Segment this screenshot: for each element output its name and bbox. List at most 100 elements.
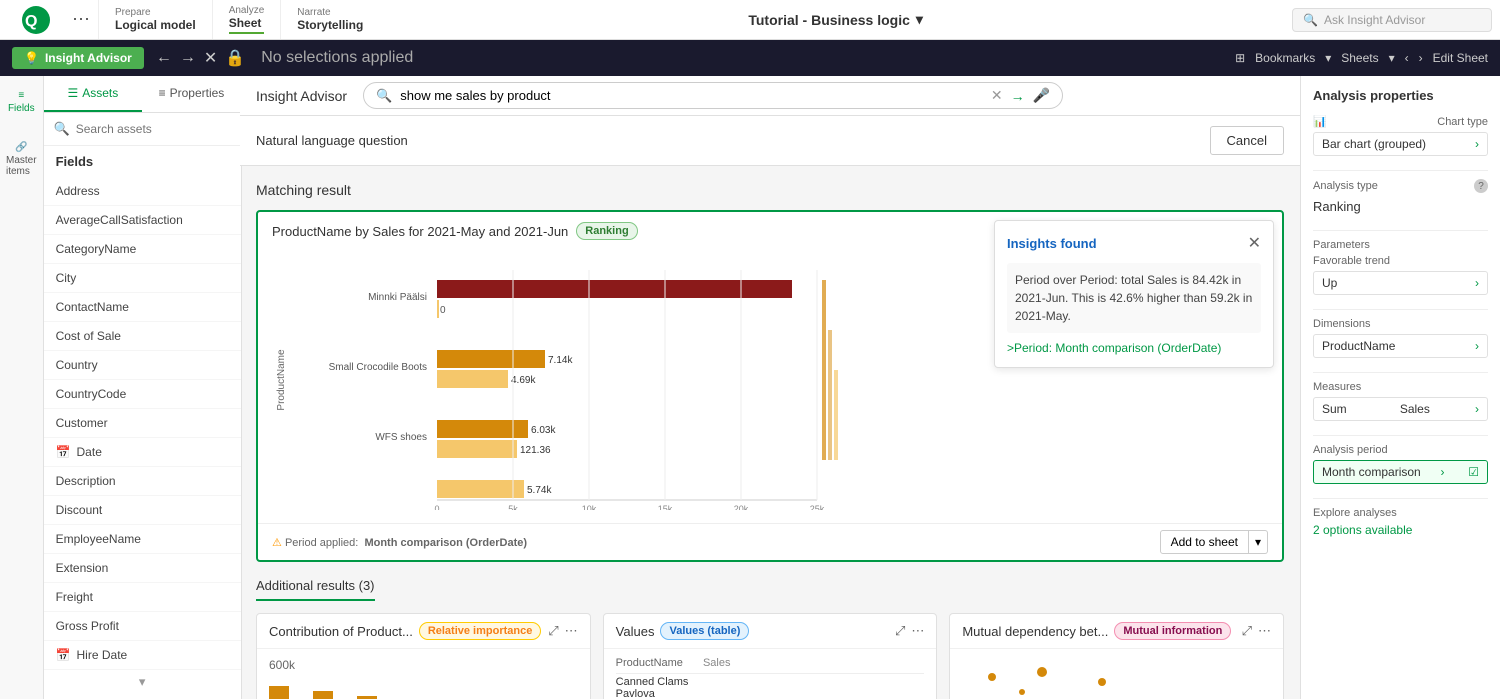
nav-analyze[interactable]: Analyze Sheet <box>212 0 281 39</box>
field-discount[interactable]: Discount <box>44 496 241 525</box>
favorable-trend-value[interactable]: Up › <box>1313 271 1488 295</box>
measure-sum: Sum <box>1322 402 1347 416</box>
field-costofsale[interactable]: Cost of Sale <box>44 322 241 351</box>
narrate-value: Storytelling <box>297 18 363 32</box>
svg-text:6.03k: 6.03k <box>531 425 556 436</box>
more-menu-icon[interactable]: ⋯ <box>64 9 98 30</box>
svg-text:25k: 25k <box>810 504 825 510</box>
ia-search-input[interactable] <box>400 88 983 103</box>
favorable-trend-label: Favorable trend <box>1313 255 1488 267</box>
field-customer[interactable]: Customer <box>44 409 241 438</box>
chevron-down-icon: ▾ <box>139 674 146 690</box>
measures-section: Measures Sum Sales › <box>1313 381 1488 421</box>
svg-text:ProductName: ProductName <box>276 349 287 411</box>
chevron-right-icon: › <box>1475 276 1479 290</box>
selection-back-icon[interactable]: ← <box>156 49 172 67</box>
tab-properties[interactable]: ≡ Properties <box>142 76 241 112</box>
clear-selections-icon[interactable]: ✕ <box>204 48 217 68</box>
dimensions-section: Dimensions ProductName › <box>1313 318 1488 358</box>
sheets-label[interactable]: Sheets <box>1341 51 1378 65</box>
clear-search-icon[interactable]: ✕ <box>991 87 1003 104</box>
field-employeename[interactable]: EmployeeName <box>44 525 241 554</box>
lock-icon[interactable]: 🔒 <box>225 48 245 68</box>
main-area: Insight Advisor 🔍 ✕ → 🎤 Natural language… <box>240 76 1300 699</box>
field-countrycode[interactable]: CountryCode <box>44 380 241 409</box>
warning-icon: ⚠ <box>272 537 282 549</box>
field-averagecall[interactable]: AverageCallSatisfaction <box>44 206 241 235</box>
expand-card3-icon[interactable]: ⤢ <box>1242 623 1252 639</box>
nav-master-items[interactable]: 🔗 Master items <box>0 136 43 183</box>
nav-prepare[interactable]: Prepare Logical model <box>98 0 212 39</box>
more-card2-icon[interactable]: ⋯ <box>911 623 924 639</box>
measure-row[interactable]: Sum Sales › <box>1313 397 1488 421</box>
dimension-productname[interactable]: ProductName › <box>1313 334 1488 358</box>
svg-text:20k: 20k <box>734 504 749 510</box>
help-icon[interactable]: ? <box>1474 179 1488 193</box>
mic-icon[interactable]: 🎤 <box>1033 87 1050 104</box>
prev-sheet-icon[interactable]: ‹ <box>1405 51 1409 65</box>
chevron-down-icon: ▾ <box>916 11 923 28</box>
parameters-label: Parameters <box>1313 239 1488 251</box>
expand-card1-icon[interactable]: ⤢ <box>548 623 558 639</box>
submit-search-icon[interactable]: → <box>1011 88 1025 104</box>
explore-label: Explore analyses <box>1313 507 1488 519</box>
add-to-sheet-button[interactable]: Add to sheet <box>1160 530 1249 554</box>
assets-tab-icon: ☰ <box>67 86 78 100</box>
edit-sheet-label[interactable]: Edit Sheet <box>1433 51 1488 65</box>
field-hiredate[interactable]: 📅 Hire Date <box>44 641 241 670</box>
insight-link[interactable]: >Period: Month comparison (OrderDate) <box>1007 341 1261 355</box>
bar-chart-svg: ProductName Minnki Päälsi Small Crocodil… <box>272 250 852 510</box>
properties-tab-icon: ≡ <box>159 86 166 100</box>
more-card3-icon[interactable]: ⋯ <box>1258 623 1271 639</box>
prepare-label: Prepare <box>115 7 196 18</box>
field-description[interactable]: Description <box>44 467 241 496</box>
svg-text:5.74k: 5.74k <box>527 485 552 496</box>
insights-close-icon[interactable]: ✕ <box>1248 233 1261 253</box>
main-chart-card: ProductName by Sales for 2021-May and 20… <box>256 210 1284 562</box>
field-categoryname[interactable]: CategoryName <box>44 235 241 264</box>
svg-text:WFS shoes: WFS shoes <box>375 432 427 443</box>
field-contactname[interactable]: ContactName <box>44 293 241 322</box>
period-checkbox[interactable]: ☑ <box>1468 465 1479 479</box>
app-title[interactable]: Tutorial - Business logic ▾ <box>748 11 923 28</box>
field-date[interactable]: 📅 Date <box>44 438 241 467</box>
ranking-badge: Ranking <box>576 222 637 240</box>
left-sidebar: ☰ Assets ≡ Properties 🔍 Fields Address A… <box>44 76 242 699</box>
analysis-period-label: Analysis period <box>1313 444 1488 456</box>
nav-narrate[interactable]: Narrate Storytelling <box>280 0 379 39</box>
nav-fields[interactable]: ≡ Fields <box>2 84 41 120</box>
calendar-icon: 📅 <box>56 445 71 459</box>
more-card1-icon[interactable]: ⋯ <box>565 623 578 639</box>
tab-assets[interactable]: ☰ Assets <box>44 76 143 112</box>
analysis-type-label: Analysis type ? <box>1313 179 1488 193</box>
ask-placeholder: Ask Insight Advisor <box>1324 13 1425 27</box>
field-grossprofit[interactable]: Gross Profit <box>44 612 241 641</box>
selection-forward-icon[interactable]: → <box>180 49 196 67</box>
bar-wfs-jun <box>437 420 528 438</box>
svg-text:15k: 15k <box>658 504 673 510</box>
field-city[interactable]: City <box>44 264 241 293</box>
svg-text:121.36: 121.36 <box>520 445 551 456</box>
ask-insight-advisor-box[interactable]: 🔍 Ask Insight Advisor <box>1292 8 1492 32</box>
explore-link[interactable]: 2 options available <box>1313 523 1488 537</box>
field-extension[interactable]: Extension <box>44 554 241 583</box>
ia-header: Insight Advisor 🔍 ✕ → 🎤 <box>240 76 1300 116</box>
mutual-title: Mutual dependency bet... <box>962 624 1108 639</box>
analyze-label: Analyze <box>229 5 265 16</box>
expand-card2-icon[interactable]: ⤢ <box>895 623 905 639</box>
chart-type-value[interactable]: Bar chart (grouped) › <box>1313 132 1488 156</box>
bookmarks-label[interactable]: Bookmarks <box>1255 51 1315 65</box>
next-sheet-icon[interactable]: › <box>1419 51 1423 65</box>
analysis-period-value[interactable]: Month comparison › ☑ <box>1313 460 1488 484</box>
cancel-button[interactable]: Cancel <box>1210 126 1284 155</box>
values-badge: Values (table) <box>660 622 749 640</box>
add-to-sheet-dropdown[interactable]: ▾ <box>1249 530 1268 554</box>
field-address[interactable]: Address <box>44 177 241 206</box>
search-input[interactable] <box>76 122 231 136</box>
field-country[interactable]: Country <box>44 351 241 380</box>
content-area: Matching result ProductName by Sales for… <box>240 166 1300 699</box>
field-freight[interactable]: Freight <box>44 583 241 612</box>
insight-advisor-button[interactable]: 💡 Insight Advisor <box>12 47 144 69</box>
fields-icon: ≡ <box>18 90 24 101</box>
calendar-icon-hire: 📅 <box>56 648 71 662</box>
